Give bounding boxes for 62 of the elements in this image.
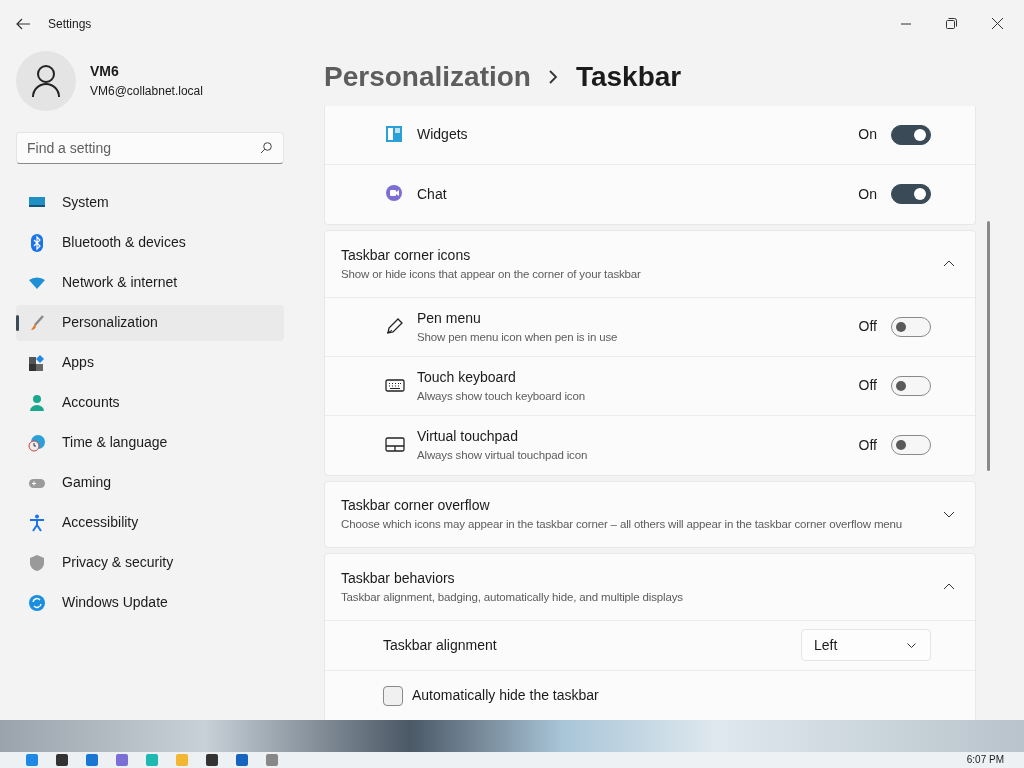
accessibility-icon bbox=[28, 513, 46, 532]
nav-item[interactable]: Apps bbox=[16, 344, 284, 381]
chevron-down-icon bbox=[907, 642, 916, 648]
setting-description: Always show virtual touchpad icon bbox=[417, 448, 588, 464]
toggle-state: Off bbox=[858, 317, 877, 337]
section-subtitle: Show or hide icons that appear on the corner of your taskbar bbox=[341, 266, 641, 282]
section-title: Taskbar corner icons bbox=[341, 245, 472, 265]
user-email: VM6@collabnet.local bbox=[90, 83, 203, 101]
setting-label: Widgets bbox=[417, 125, 468, 145]
toggle-switch[interactable] bbox=[891, 184, 931, 205]
bluetooth-icon bbox=[28, 233, 46, 252]
breadcrumb-link[interactable]: Personalization bbox=[324, 55, 531, 98]
section-subtitle: Choose which icons may appear in the taskbar corner – all others will appear in the taskbar corner overflow menu bbox=[341, 517, 903, 533]
section-title: Taskbar corner overflow bbox=[341, 496, 491, 516]
search-field[interactable]: Find a setting bbox=[16, 131, 284, 164]
nav-item[interactable]: Accounts bbox=[16, 384, 284, 421]
section-title: Taskbar behaviors bbox=[341, 568, 456, 588]
nav-item[interactable]: Personalization bbox=[16, 304, 284, 341]
setting-label: Taskbar alignment bbox=[383, 635, 497, 655]
apps-icon bbox=[28, 353, 46, 372]
section-subtitle: Taskbar alignment, badging, automatically hide, and multiple displays bbox=[341, 589, 683, 605]
nav-item[interactable]: Network & internet bbox=[16, 264, 284, 301]
nav-item[interactable]: Gaming bbox=[16, 464, 284, 501]
scrollbar[interactable] bbox=[986, 220, 990, 471]
toggle-state: Off bbox=[858, 435, 877, 455]
nav-item[interactable]: Time & language bbox=[16, 424, 284, 461]
selection-indicator bbox=[16, 314, 19, 331]
close-icon bbox=[992, 18, 1003, 30]
user-name: VM6 bbox=[90, 62, 120, 82]
nav-item[interactable]: System bbox=[16, 184, 284, 221]
toggle-state: On bbox=[858, 125, 877, 145]
checkbox[interactable] bbox=[383, 685, 403, 706]
nav-item[interactable]: Accessibility bbox=[16, 504, 284, 541]
toggle-state: Off bbox=[858, 376, 877, 396]
setting-label: Touch keyboard bbox=[417, 367, 517, 387]
nav-item[interactable]: Privacy & security bbox=[16, 544, 284, 581]
nav-item[interactable]: Bluetooth & devices bbox=[16, 224, 284, 261]
person-icon bbox=[28, 393, 46, 412]
toggle-switch[interactable] bbox=[891, 316, 931, 337]
toggle-switch[interactable] bbox=[891, 435, 931, 456]
brush-icon bbox=[28, 313, 46, 332]
back-icon[interactable] bbox=[16, 17, 30, 30]
setting-label: Virtual touchpad bbox=[417, 427, 519, 447]
sync-icon bbox=[28, 593, 46, 612]
page-title: Taskbar bbox=[575, 59, 682, 94]
chevron-right-icon bbox=[548, 69, 558, 84]
dropdown[interactable]: Left bbox=[801, 629, 931, 662]
shield-icon bbox=[28, 553, 46, 572]
clock-globe-icon bbox=[28, 433, 46, 452]
pen-icon bbox=[385, 316, 405, 337]
setting-description: Always show touch keyboard icon bbox=[417, 388, 585, 404]
setting-description: Show pen menu icon when pen is in use bbox=[417, 329, 618, 345]
toggle-state: On bbox=[858, 184, 877, 204]
restore-icon bbox=[946, 18, 957, 30]
clock-time: 6:07 PM bbox=[966, 754, 1004, 766]
setting-label: Pen menu bbox=[417, 308, 482, 328]
window-title: Settings bbox=[48, 15, 92, 33]
toggle-switch[interactable] bbox=[891, 375, 931, 396]
setting-label: Chat bbox=[417, 184, 447, 204]
toggle-switch[interactable] bbox=[891, 124, 931, 145]
nav-item[interactable]: Windows Update bbox=[16, 584, 284, 621]
checkbox-label: Automatically hide the taskbar bbox=[412, 686, 599, 706]
